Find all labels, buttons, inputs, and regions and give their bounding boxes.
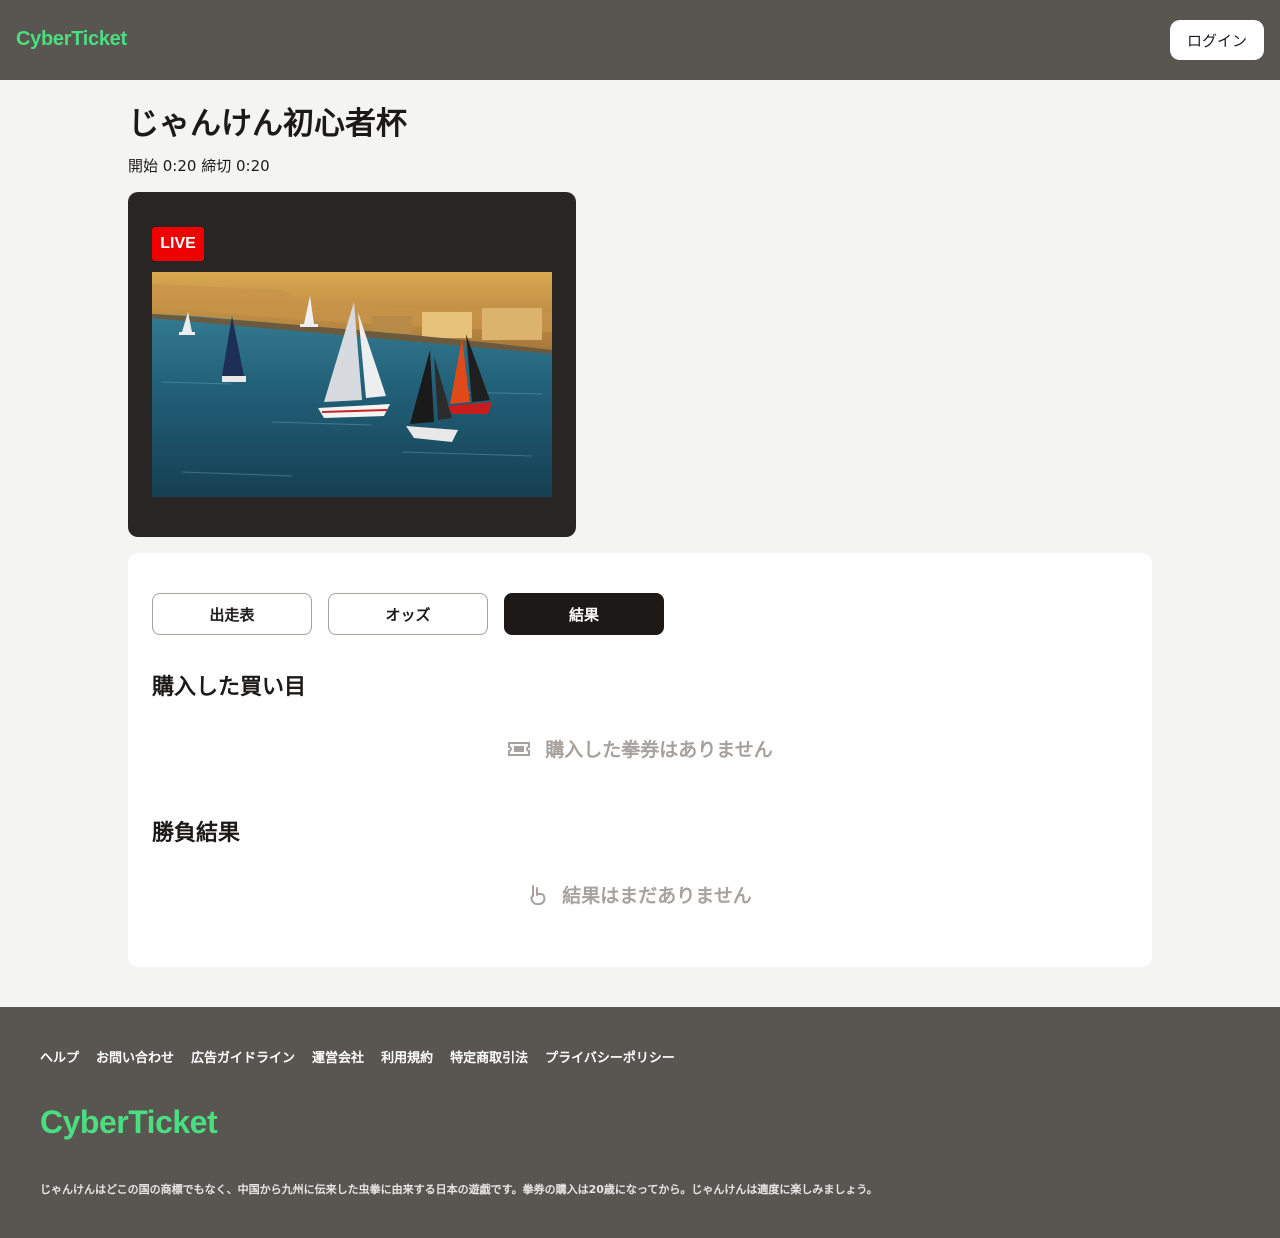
live-video-player[interactable] bbox=[152, 272, 552, 497]
ticket-icon bbox=[507, 741, 531, 757]
header-logo[interactable]: CyberTicket bbox=[16, 28, 127, 51]
footer-links: ヘルプ お問い合わせ 広告ガイドライン 運営会社 利用規約 特定商取引法 プライ… bbox=[40, 1047, 675, 1066]
footer-link-company[interactable]: 運営会社 bbox=[312, 1047, 364, 1066]
purchases-empty-text: 購入した拳券はありません bbox=[545, 739, 773, 761]
purchases-heading: 購入した買い目 bbox=[152, 675, 307, 700]
site-header: CyberTicket ログイン bbox=[0, 0, 1280, 80]
login-button[interactable]: ログイン bbox=[1170, 20, 1264, 60]
footer-link-ad-guidelines[interactable]: 広告ガイドライン bbox=[191, 1047, 295, 1066]
results-panel: 出走表 オッズ 結果 購入した買い目 購入した拳券はありません 勝負結果 結果は… bbox=[128, 553, 1152, 967]
results-empty-state: 結果はまだありません bbox=[128, 881, 1152, 908]
purchases-empty-state: 購入した拳券はありません bbox=[128, 735, 1152, 762]
footer-disclaimer: じゃんけんはどこの国の商標でもなく、中国から九州に伝来した虫拳に由来する日本の遊… bbox=[40, 1183, 878, 1196]
event-title: じゃんけん初心者杯 bbox=[128, 106, 407, 142]
footer-link-commerce-law[interactable]: 特定商取引法 bbox=[450, 1047, 528, 1066]
footer-link-terms[interactable]: 利用規約 bbox=[381, 1047, 433, 1066]
tab-results[interactable]: 結果 bbox=[504, 593, 664, 635]
footer-logo[interactable]: CyberTicket bbox=[40, 1104, 218, 1141]
footer-link-contact[interactable]: お問い合わせ bbox=[96, 1047, 174, 1066]
sailboats-harbor-image bbox=[152, 272, 552, 497]
hand-scissors-icon bbox=[528, 884, 548, 906]
results-heading: 勝負結果 bbox=[152, 821, 241, 846]
tab-odds[interactable]: オッズ bbox=[328, 593, 488, 635]
tab-race-card[interactable]: 出走表 bbox=[152, 593, 312, 635]
site-footer: ヘルプ お問い合わせ 広告ガイドライン 運営会社 利用規約 特定商取引法 プライ… bbox=[0, 1007, 1280, 1238]
results-empty-text: 結果はまだありません bbox=[562, 885, 752, 907]
footer-link-privacy[interactable]: プライバシーポリシー bbox=[545, 1047, 675, 1066]
live-video-card: LIVE bbox=[128, 192, 576, 537]
live-badge: LIVE bbox=[152, 227, 204, 261]
event-schedule: 開始 0:20 締切 0:20 bbox=[128, 157, 270, 175]
footer-link-help[interactable]: ヘルプ bbox=[40, 1047, 79, 1066]
